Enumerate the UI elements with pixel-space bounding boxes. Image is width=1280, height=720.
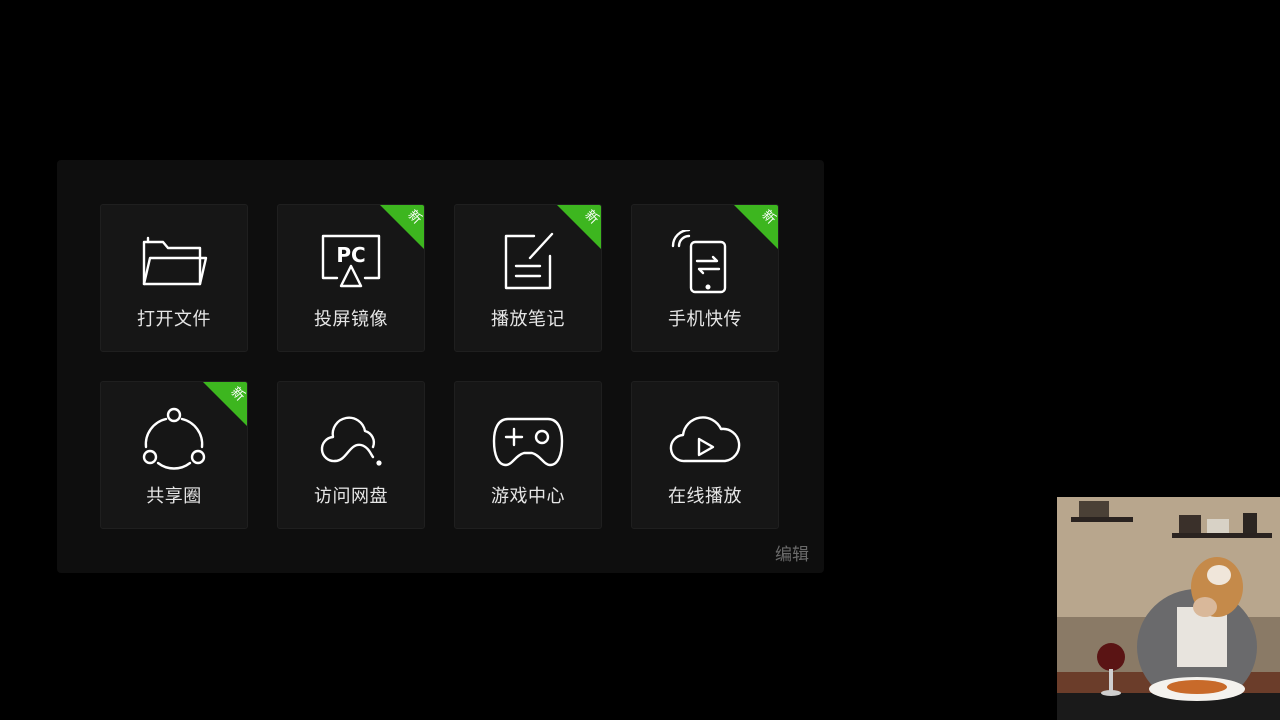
player-stage: 打开文件 新 PC 投屏镜像 新 播放笔记 新 手机快传 新 共享圈 访问网盘 … [0,0,1280,720]
tile-label: 共享圈 [146,486,202,507]
note-icon [492,230,564,294]
tile-phone-transfer[interactable]: 新 手机快传 [631,204,779,352]
tile-label: 播放笔记 [491,309,565,330]
folder-icon [138,230,210,294]
tile-label: 访问网盘 [314,486,388,507]
tile-label: 打开文件 [137,309,211,330]
tile-label: 游戏中心 [491,486,565,507]
gamepad-icon [492,407,564,471]
tile-playback-notes[interactable]: 新 播放笔记 [454,204,602,352]
video-frame-image [1057,497,1280,720]
tile-online-play[interactable]: 在线播放 [631,381,779,529]
edit-button[interactable]: 编辑 [775,540,809,565]
quick-menu-panel: 打开文件 新 PC 投屏镜像 新 播放笔记 新 手机快传 新 共享圈 访问网盘 … [57,160,824,573]
phone-transfer-icon [669,230,741,294]
tile-cloud-drive[interactable]: 访问网盘 [277,381,425,529]
tile-open-file[interactable]: 打开文件 [100,204,248,352]
pc-cast-icon: PC [315,230,387,294]
share-circle-icon [138,407,210,471]
tile-label: 在线播放 [668,486,742,507]
tile-share-circle[interactable]: 新 共享圈 [100,381,248,529]
quick-menu-grid: 打开文件 新 PC 投屏镜像 新 播放笔记 新 手机快传 新 共享圈 访问网盘 … [100,204,779,529]
cloud-play-icon [669,407,741,471]
tile-game-center[interactable]: 游戏中心 [454,381,602,529]
video-preview[interactable] [1057,497,1280,720]
cloud-drive-icon [315,407,387,471]
tile-label: 投屏镜像 [314,309,388,330]
tile-label: 手机快传 [668,309,742,330]
pc-text: PC [336,243,365,267]
tile-screen-mirroring[interactable]: 新 PC 投屏镜像 [277,204,425,352]
